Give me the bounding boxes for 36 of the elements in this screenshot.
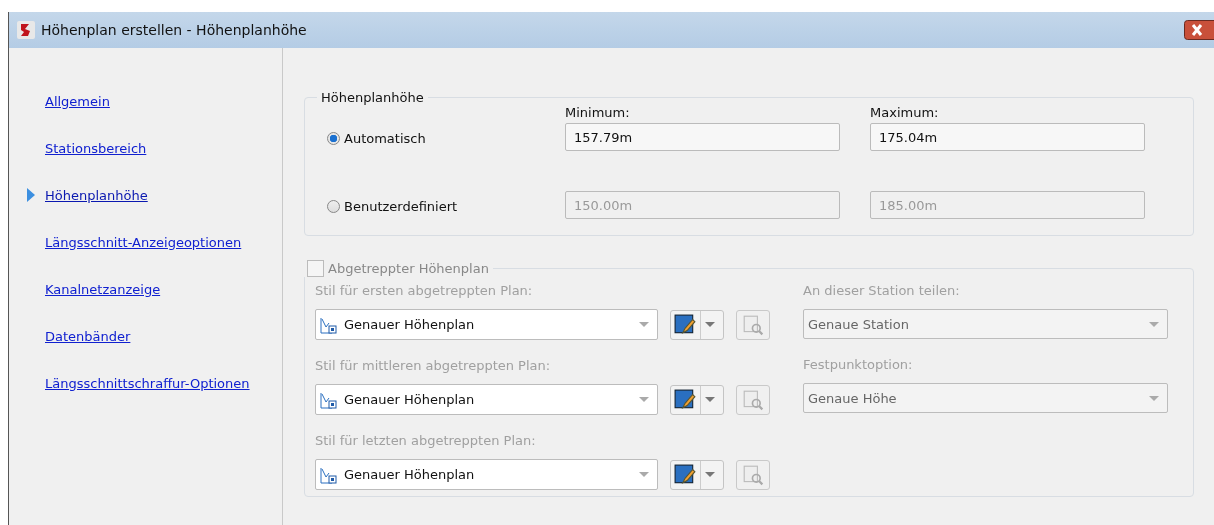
option-label: Festpunktoption: bbox=[803, 357, 914, 373]
style-dropdown[interactable]: Genauer Höhenplan bbox=[315, 309, 658, 340]
style-dropdown[interactable]: Genauer Höhenplan bbox=[315, 384, 658, 415]
nav-link[interactable]: Stationsbereich bbox=[45, 140, 147, 156]
radio-option[interactable]: Benutzerdefiniert bbox=[315, 191, 535, 221]
profile-style-icon bbox=[320, 390, 338, 409]
edit-pencil-icon bbox=[674, 388, 696, 411]
edit-style-button[interactable] bbox=[670, 384, 724, 415]
edit-pencil-icon bbox=[674, 313, 696, 336]
edit-style-button[interactable] bbox=[670, 459, 724, 490]
style-label: Stil für letzten abgetreppten Plan: bbox=[315, 433, 537, 449]
app-logo-icon bbox=[17, 21, 35, 39]
minimum-field[interactable]: 157.79m bbox=[565, 123, 840, 151]
edit-style-button[interactable] bbox=[670, 309, 724, 340]
nav-link[interactable]: Allgemein bbox=[45, 93, 110, 109]
profile-style-icon bbox=[320, 315, 338, 334]
nav-link[interactable]: Längsschnittschraffur-Optionen bbox=[45, 375, 250, 391]
edit-pencil-icon bbox=[674, 463, 696, 486]
close-icon[interactable] bbox=[1184, 20, 1214, 40]
maximum-label: Maximum: bbox=[870, 105, 940, 122]
option-dropdown[interactable]: Genaue Station bbox=[803, 309, 1168, 339]
option-dropdown[interactable]: Genaue Höhe bbox=[803, 383, 1168, 413]
style-dropdown[interactable]: Genauer Höhenplan bbox=[315, 459, 658, 490]
nav-link[interactable]: Höhenplanhöhe bbox=[45, 187, 148, 203]
group-title: Höhenplanhöhe bbox=[320, 90, 425, 105]
radio-option[interactable]: Automatisch bbox=[315, 123, 535, 153]
maximum-field[interactable]: 175.04m bbox=[870, 123, 1145, 151]
nav-link[interactable]: Datenbänder bbox=[45, 328, 131, 344]
minimum-label: Minimum: bbox=[565, 105, 631, 122]
style-label: Stil für ersten abgetreppten Plan: bbox=[315, 283, 534, 299]
nav-link[interactable]: Längsschnitt-Anzeigeoptionen bbox=[45, 234, 242, 250]
profile-style-icon bbox=[320, 465, 338, 484]
window-title: Höhenplan erstellen - Höhenplanhöhe bbox=[41, 22, 308, 38]
nav-link[interactable]: Kanalnetzanzeige bbox=[45, 281, 161, 297]
style-label: Stil für mittleren abgetreppten Plan: bbox=[315, 358, 552, 374]
option-label: An dieser Station teilen: bbox=[803, 283, 961, 299]
